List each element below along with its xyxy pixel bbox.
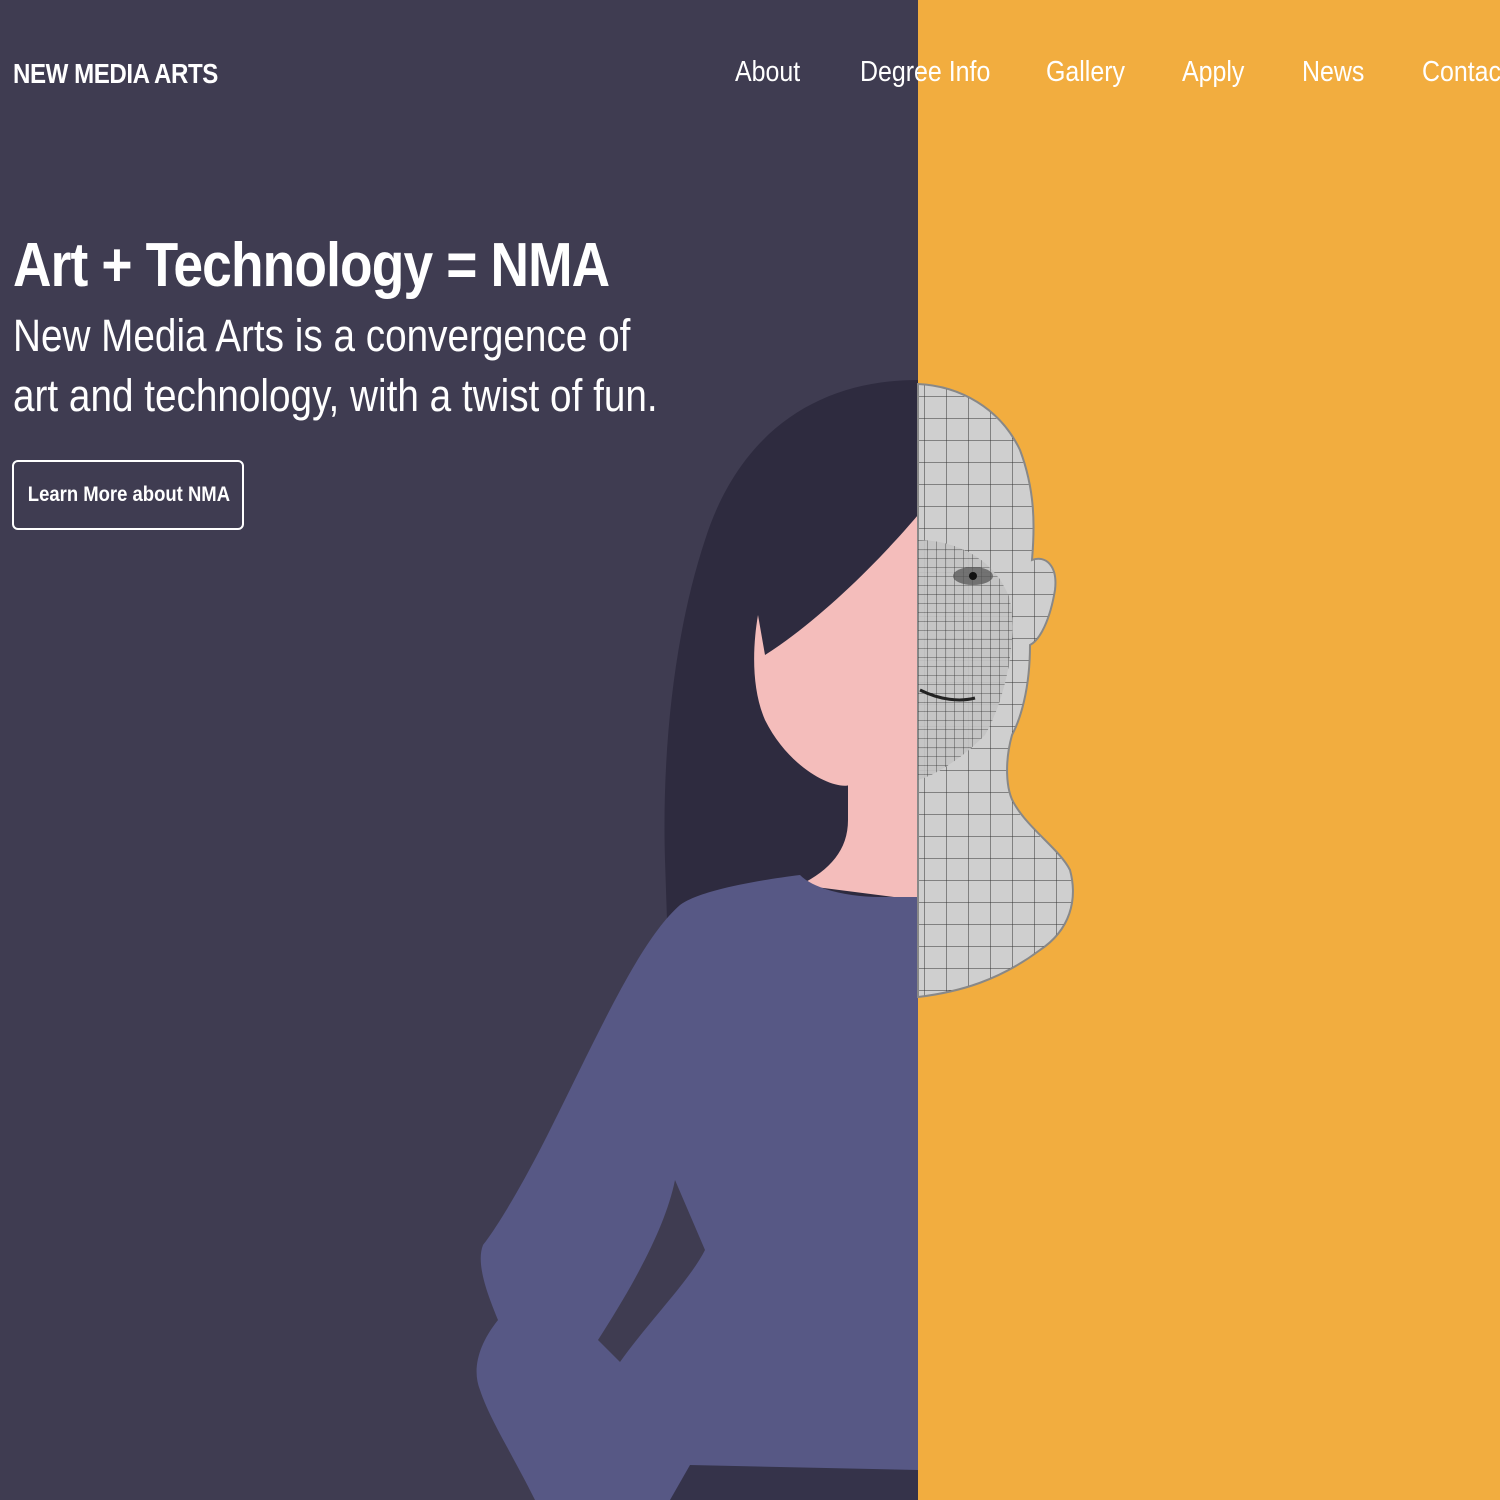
nav-gallery[interactable]: Gallery bbox=[1046, 56, 1125, 89]
hero-illustration bbox=[476, 380, 1074, 1500]
learn-more-label: Learn More about NMA bbox=[27, 483, 231, 506]
sweater-shape bbox=[476, 875, 918, 1500]
nav-about[interactable]: About bbox=[735, 56, 800, 89]
hero-headline: Art + Technology = NMA bbox=[13, 231, 610, 300]
wireframe-pupil bbox=[969, 572, 977, 580]
nav-news[interactable]: News bbox=[1302, 56, 1364, 89]
nav-degree-info[interactable]: Degree Info bbox=[860, 56, 990, 89]
nav-contact[interactable]: Contac bbox=[1422, 56, 1500, 89]
waist-shadow-shape bbox=[670, 1465, 918, 1500]
hero-tagline: New Media Arts is a convergence of art a… bbox=[13, 310, 658, 421]
learn-more-button[interactable]: Learn More about NMA bbox=[12, 460, 244, 530]
main-nav: About Degree Info Gallery Apply News Con… bbox=[0, 56, 1500, 96]
illustrated-woman bbox=[476, 380, 918, 1500]
nav-apply[interactable]: Apply bbox=[1182, 56, 1244, 89]
wireframe-3d-head bbox=[917, 382, 1074, 999]
